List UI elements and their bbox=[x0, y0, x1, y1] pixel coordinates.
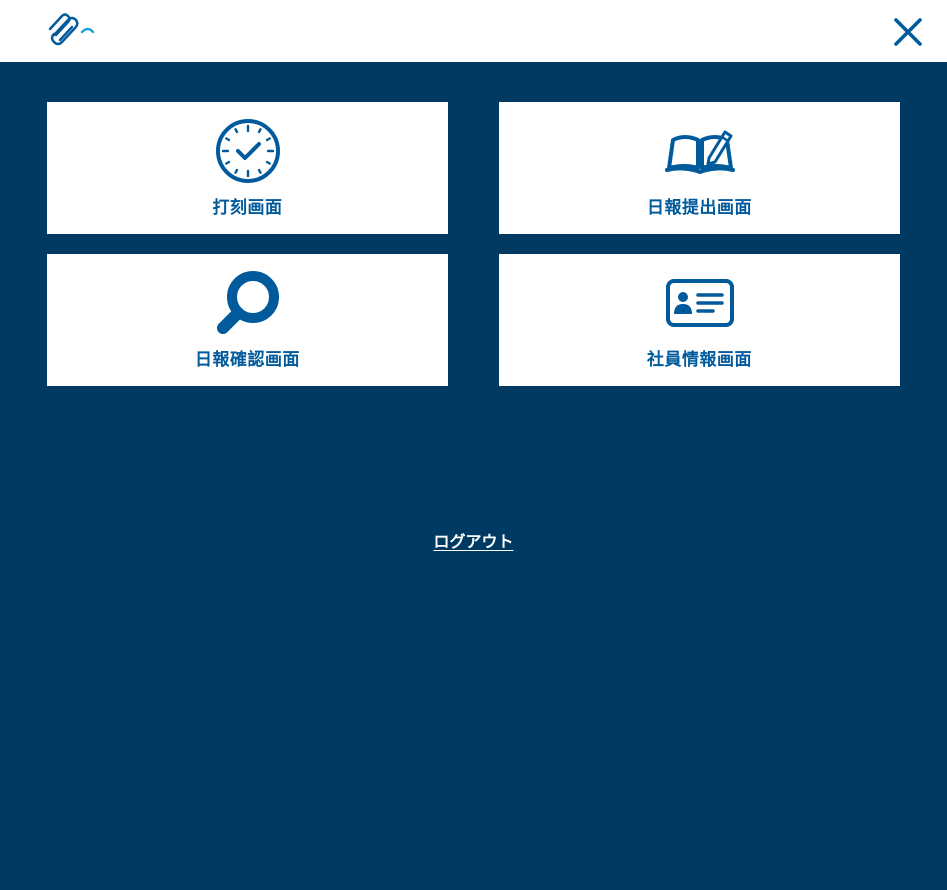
paperclip-logo-icon[interactable] bbox=[46, 10, 96, 52]
header-bar bbox=[0, 0, 947, 62]
search-icon bbox=[216, 271, 279, 334]
logout-link[interactable]: ログアウト bbox=[433, 532, 513, 551]
menu-card-label: 打刻画面 bbox=[212, 198, 283, 218]
id-card-icon bbox=[665, 279, 734, 327]
menu-card-employee-info[interactable]: 社員情報画面 bbox=[499, 254, 900, 386]
clock-icon bbox=[215, 119, 280, 183]
close-icon[interactable] bbox=[890, 14, 926, 50]
menu-card-label: 日報提出画面 bbox=[647, 198, 752, 218]
menu-card-label: 日報確認画面 bbox=[195, 350, 300, 370]
logout-container: ログアウト bbox=[0, 528, 947, 552]
menu-card-timestamp[interactable]: 打刻画面 bbox=[47, 102, 448, 234]
menu-card-label: 社員情報画面 bbox=[647, 350, 752, 370]
menu-card-report-check[interactable]: 日報確認画面 bbox=[47, 254, 448, 386]
book-pencil-icon bbox=[664, 130, 735, 175]
menu-card-report-submit[interactable]: 日報提出画面 bbox=[499, 102, 900, 234]
